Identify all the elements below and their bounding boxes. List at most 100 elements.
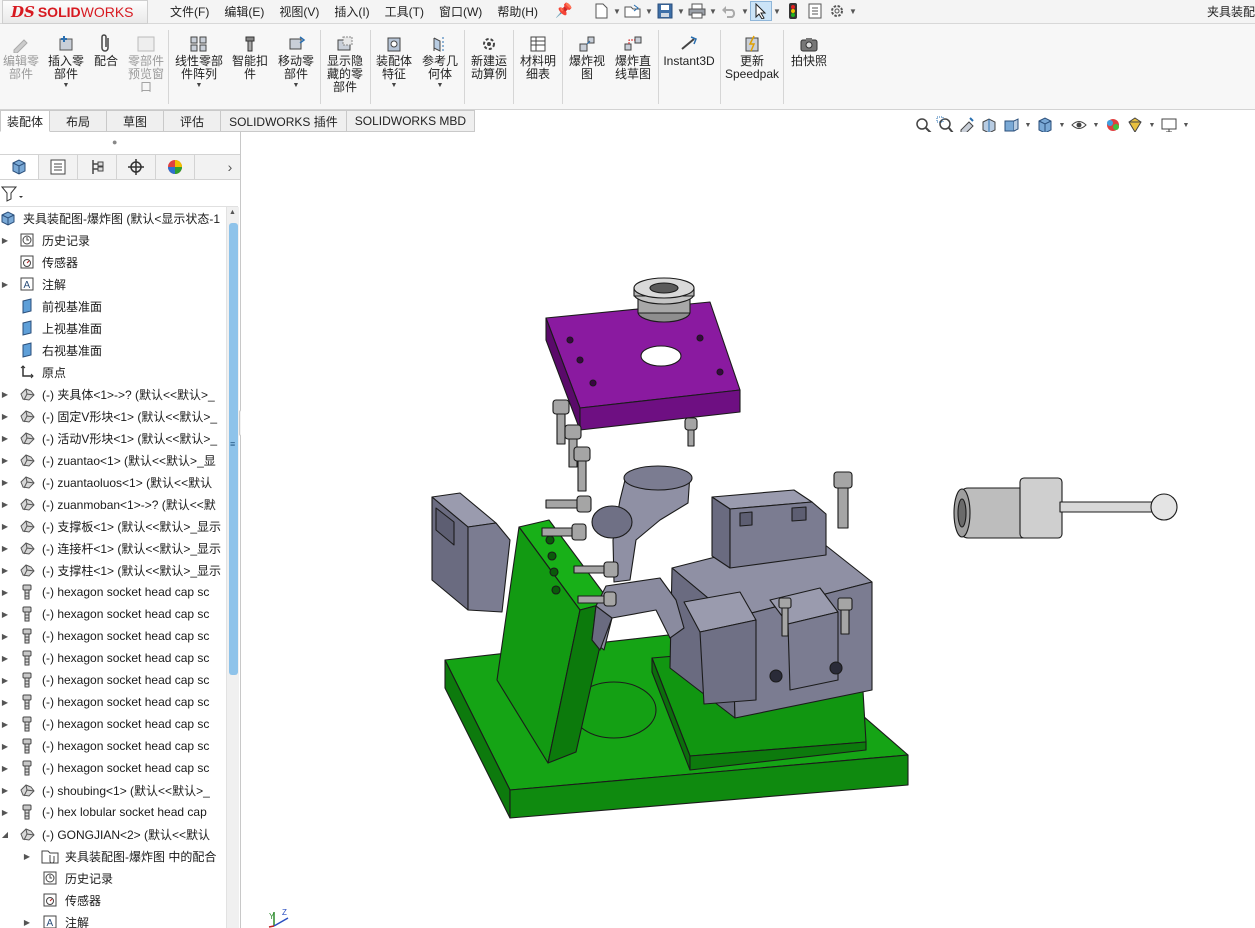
expand-arrow-icon[interactable]: ▶ [0, 610, 10, 619]
tree-item[interactable]: 上视基准面 [0, 317, 226, 339]
insert-components-button[interactable]: 插入零 部件 ▼ [44, 34, 88, 89]
undo-dropdown[interactable]: ▼ [740, 7, 750, 16]
options-gear-icon[interactable] [826, 1, 848, 21]
scroll-up-arrow-icon[interactable]: ▲ [229, 209, 236, 216]
component-preview-button[interactable]: 零部件 预览窗 口 [124, 34, 168, 94]
menu-view[interactable]: 视图(V) [279, 3, 319, 20]
linear-pattern-button[interactable]: 线性零部 件阵列 ▼ [172, 34, 226, 89]
tree-item[interactable]: ▶ (-) hexagon socket head cap sc [0, 647, 226, 669]
tree-item[interactable]: ▶ A 注解 [0, 273, 226, 295]
move-component-dropdown[interactable]: ▼ [293, 82, 300, 89]
tree-item[interactable]: ▶ (-) 支撑柱<1> (默认<<默认>_显示 [0, 559, 226, 581]
solidworks-logo[interactable]: DS SOLID WORKS [2, 0, 148, 24]
tree-item[interactable]: 右视基准面 [0, 339, 226, 361]
exploded-view-button[interactable]: 爆炸视 图 [565, 34, 609, 81]
drill-bushing[interactable] [633, 277, 695, 323]
feature-manager-icon[interactable] [0, 155, 39, 179]
smart-fasteners-button[interactable]: 智能扣 件 [229, 34, 271, 81]
bill-of-materials-button[interactable]: 材料明 细表 [516, 34, 560, 81]
tree-item[interactable]: 前视基准面 [0, 295, 226, 317]
select-arrow-icon[interactable] [750, 1, 772, 21]
panel-split-grip[interactable]: ● [112, 137, 117, 147]
expand-arrow-icon[interactable]: ▶ [0, 390, 10, 399]
file-properties-icon[interactable] [804, 1, 826, 21]
save-dropdown[interactable]: ▼ [676, 7, 686, 16]
expand-arrow-icon[interactable]: ▶ [0, 478, 10, 487]
tab-sketch[interactable]: 草图 [107, 110, 165, 132]
expand-arrow-icon[interactable]: ▶ [0, 236, 10, 245]
reference-geometry-dropdown[interactable]: ▼ [437, 82, 444, 89]
tree-item[interactable]: ▶ 历史记录 [0, 229, 226, 251]
menu-insert[interactable]: 插入(I) [334, 3, 369, 20]
take-snapshot-button[interactable]: 拍快照 [786, 34, 832, 68]
tree-item[interactable]: ▶ (-) hexagon socket head cap sc [0, 713, 226, 735]
instant3d-button[interactable]: Instant3D [661, 34, 717, 68]
expand-arrow-icon[interactable]: ▶ [0, 434, 10, 443]
tree-item[interactable]: ▶ A 注解 [0, 911, 226, 928]
drill-plate[interactable] [545, 301, 741, 431]
assembly-features-button[interactable]: 装配体 特征 ▼ [373, 34, 415, 89]
tree-item[interactable]: ▶ (-) 支撑板<1> (默认<<默认>_显示 [0, 515, 226, 537]
tab-layout[interactable]: 布局 [50, 110, 108, 132]
print-dropdown[interactable]: ▼ [708, 7, 718, 16]
print-icon[interactable] [686, 1, 708, 21]
movable-v-block[interactable] [711, 489, 827, 569]
dimxpert-icon[interactable] [117, 155, 156, 179]
configuration-manager-icon[interactable] [78, 155, 117, 179]
tree-item[interactable]: 传感器 [0, 251, 226, 273]
select-dropdown[interactable]: ▼ [772, 7, 782, 16]
handle-shoubing[interactable] [953, 477, 1178, 539]
property-manager-icon[interactable] [39, 155, 78, 179]
undo-icon[interactable] [718, 1, 740, 21]
tree-item[interactable]: 夹具装配图-爆炸图 (默认<显示状态-1 [0, 207, 226, 229]
filter-funnel-icon[interactable] [1, 185, 23, 203]
expand-arrow-icon[interactable]: ▶ [0, 500, 10, 509]
chevron-right-icon[interactable]: › [220, 155, 240, 179]
new-document-icon[interactable] [590, 1, 612, 21]
expand-arrow-icon[interactable]: ▶ [0, 742, 10, 751]
tree-item[interactable]: ▶ (-) hexagon socket head cap sc [0, 757, 226, 779]
tree-item[interactable]: ▶ (-) hexagon socket head cap sc [0, 669, 226, 691]
open-icon[interactable] [622, 1, 644, 21]
expand-arrow-icon[interactable]: ▶ [0, 698, 10, 707]
rebuild-traffic-light-icon[interactable] [782, 1, 804, 21]
menu-tools[interactable]: 工具(T) [385, 3, 424, 20]
insert-components-dropdown[interactable]: ▼ [63, 82, 70, 89]
fixed-v-block[interactable] [431, 492, 511, 613]
explode-line-sketch-button[interactable]: 爆炸直 线草图 [610, 34, 656, 81]
view-settings-dropdown[interactable]: ▼ [1180, 122, 1192, 129]
show-hidden-components-button[interactable]: 显示隐 藏的零 部件 [323, 34, 367, 94]
tree-item[interactable]: ▶ (-) 固定V形块<1> (默认<<默认>_ [0, 405, 226, 427]
dynamic-annotation-dropdown[interactable]: ▼ [1022, 122, 1034, 129]
tree-item[interactable]: ▶ (-) zuantaoluos<1> (默认<<默认 [0, 471, 226, 493]
tree-filter[interactable] [0, 181, 238, 207]
new-dropdown[interactable]: ▼ [612, 7, 622, 16]
menu-file[interactable]: 文件(F) [170, 3, 209, 20]
save-icon[interactable] [654, 1, 676, 21]
tree-item[interactable]: 原点 [0, 361, 226, 383]
expand-arrow-icon[interactable]: ▶ [0, 720, 10, 729]
expand-arrow-icon[interactable]: ▶ [0, 456, 10, 465]
menu-edit[interactable]: 编辑(E) [224, 3, 264, 20]
expand-arrow-icon[interactable]: ▶ [0, 566, 10, 575]
tree-item[interactable]: ▶ (-) zuantao<1> (默认<<默认>_显 [0, 449, 226, 471]
expand-arrow-icon[interactable]: ▶ [0, 676, 10, 685]
tab-assembly[interactable]: 装配体 [0, 110, 51, 132]
tree-item[interactable]: ▶ (-) hex lobular socket head cap [0, 801, 226, 823]
display-manager-icon[interactable] [156, 155, 195, 179]
tree-item[interactable]: 历史记录 [0, 867, 226, 889]
tree-item[interactable]: ▶ (-) hexagon socket head cap sc [0, 735, 226, 757]
view-orientation-dropdown[interactable]: ▼ [1056, 122, 1068, 129]
tree-item[interactable]: ▶ (-) 活动V形块<1> (默认<<默认>_ [0, 427, 226, 449]
expand-arrow-icon[interactable]: ▶ [22, 852, 32, 861]
linear-pattern-dropdown[interactable]: ▼ [196, 82, 203, 89]
collapse-arrow-icon[interactable]: ◢ [0, 830, 10, 839]
exploded-assembly-model[interactable] [241, 132, 1255, 928]
tree-item[interactable]: ▶ (-) 夹具体<1>->? (默认<<默认>_ [0, 383, 226, 405]
tree-item[interactable]: ▶ 夹具装配图-爆炸图 中的配合 [0, 845, 226, 867]
expand-arrow-icon[interactable]: ▶ [0, 808, 10, 817]
expand-arrow-icon[interactable]: ▶ [0, 280, 10, 289]
expand-arrow-icon[interactable]: ▶ [0, 786, 10, 795]
expand-arrow-icon[interactable]: ▶ [0, 764, 10, 773]
edit-component-button[interactable]: 编辑零 部件 [2, 34, 40, 81]
